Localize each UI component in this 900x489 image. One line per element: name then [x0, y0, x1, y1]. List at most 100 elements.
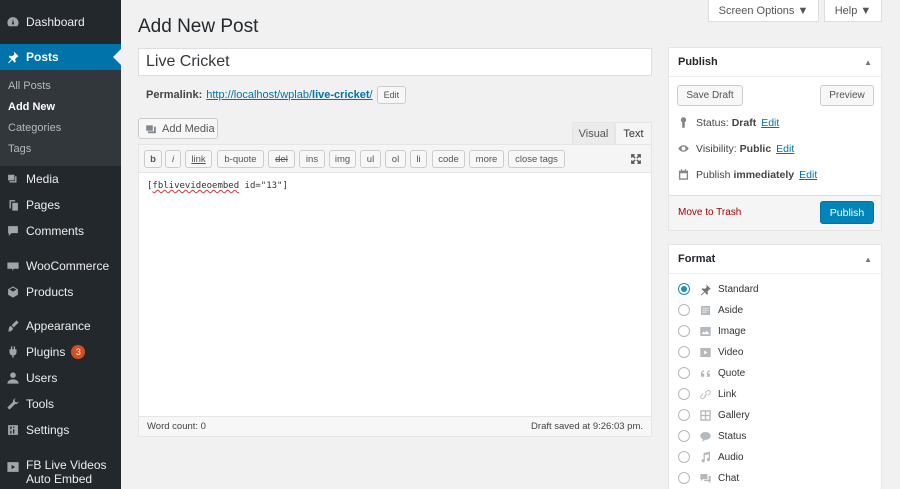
- format-option-link[interactable]: Link: [678, 386, 736, 402]
- visibility-edit-link[interactable]: Edit: [776, 143, 794, 155]
- radio-quote[interactable]: [678, 367, 690, 379]
- schedule-row: Publish immediately Edit: [677, 168, 817, 181]
- save-draft-button[interactable]: Save Draft: [677, 85, 743, 106]
- menu-woocommerce[interactable]: WooCommerce: [0, 253, 121, 279]
- qt-code-button[interactable]: code: [432, 150, 465, 168]
- radio-link[interactable]: [678, 388, 690, 400]
- publish-box-header[interactable]: Publish ▲: [669, 48, 881, 77]
- radio-status[interactable]: [678, 430, 690, 442]
- quote-icon: [698, 366, 712, 380]
- menu-comments[interactable]: Comments: [0, 218, 121, 244]
- menu-fb-live-videos[interactable]: FB Live Videos Auto Embed: [0, 452, 121, 488]
- dashboard-icon: [4, 13, 22, 31]
- word-count: Word count: 0: [147, 421, 206, 432]
- menu-posts-label: Posts: [26, 50, 59, 64]
- menu-appearance[interactable]: Appearance: [0, 313, 121, 339]
- plugins-update-badge: 3: [71, 345, 86, 359]
- screen-options-button[interactable]: Screen Options ▼: [708, 0, 819, 22]
- format-box-title: Format: [678, 253, 716, 265]
- menu-tools[interactable]: Tools: [0, 391, 121, 417]
- menu-settings[interactable]: Settings: [0, 417, 121, 443]
- format-option-video[interactable]: Video: [678, 344, 743, 360]
- radio-chat[interactable]: [678, 472, 690, 484]
- permalink-url[interactable]: http://localhost/wplab/live-cricket/: [206, 89, 372, 101]
- pages-icon: [4, 196, 22, 214]
- submenu-tags[interactable]: Tags: [8, 143, 31, 155]
- permalink-base: http://localhost/wplab/: [206, 89, 313, 101]
- qt-img-button[interactable]: img: [329, 150, 356, 168]
- format-option-quote[interactable]: Quote: [678, 365, 745, 381]
- radio-video[interactable]: [678, 346, 690, 358]
- settings-sliders-icon: [4, 421, 22, 439]
- qt-link-button[interactable]: link: [185, 150, 212, 168]
- menu-pages-label: Pages: [26, 198, 61, 212]
- qt-ins-button[interactable]: ins: [299, 150, 325, 168]
- radio-gallery[interactable]: [678, 409, 690, 421]
- submenu-categories[interactable]: Categories: [8, 122, 61, 134]
- eye-icon: [678, 145, 689, 152]
- menu-appearance-label: Appearance: [26, 319, 91, 333]
- format-option-standard[interactable]: Standard: [678, 281, 759, 297]
- post-title-input[interactable]: Live Cricket: [138, 48, 652, 76]
- format-label-audio: Audio: [718, 451, 744, 463]
- help-button[interactable]: Help ▼: [824, 0, 882, 22]
- permalink-slug: live-cricket: [312, 89, 370, 101]
- qt-more-button[interactable]: more: [469, 150, 504, 168]
- menu-plugins[interactable]: Plugins 3: [0, 339, 121, 365]
- collapse-arrow-icon[interactable]: ▲: [864, 58, 872, 67]
- format-option-audio[interactable]: Audio: [678, 449, 744, 465]
- qt-close-tags-button[interactable]: close tags: [508, 150, 565, 168]
- submenu-all-posts[interactable]: All Posts: [8, 80, 51, 92]
- radio-standard[interactable]: [678, 283, 690, 295]
- schedule-edit-link[interactable]: Edit: [799, 169, 817, 181]
- tab-text[interactable]: Text: [615, 122, 652, 144]
- qt-ol-button[interactable]: ol: [385, 150, 406, 168]
- preview-button[interactable]: Preview: [820, 85, 874, 106]
- format-option-gallery[interactable]: Gallery: [678, 407, 750, 423]
- fullscreen-icon[interactable]: [629, 152, 643, 166]
- content-shortcode-name: fblivevideoembed: [152, 181, 240, 191]
- format-option-chat[interactable]: Chat: [678, 470, 739, 486]
- format-option-aside[interactable]: Aside: [678, 302, 743, 318]
- format-option-status[interactable]: Status: [678, 428, 746, 444]
- radio-image[interactable]: [678, 325, 690, 337]
- radio-audio[interactable]: [678, 451, 690, 463]
- collapse-arrow-icon[interactable]: ▲: [864, 255, 872, 264]
- format-label-standard: Standard: [718, 283, 759, 295]
- status-edit-link[interactable]: Edit: [761, 117, 779, 129]
- submenu-add-new[interactable]: Add New: [8, 101, 55, 113]
- quicktags-toolbar: b i link b-quote del ins img ul ol li co…: [139, 145, 651, 173]
- publish-button[interactable]: Publish: [820, 201, 874, 224]
- move-to-trash-link[interactable]: Move to Trash: [678, 207, 741, 218]
- qt-bold-button[interactable]: b: [144, 150, 162, 168]
- qt-italic-button[interactable]: i: [165, 150, 181, 168]
- publish-actions: Move to Trash Publish: [669, 195, 881, 230]
- menu-users[interactable]: Users: [0, 365, 121, 391]
- pushpin-icon: [698, 282, 712, 296]
- schedule-label: Publish: [696, 168, 731, 181]
- radio-aside[interactable]: [678, 304, 690, 316]
- add-media-button[interactable]: Add Media: [138, 118, 218, 139]
- qt-bquote-button[interactable]: b-quote: [217, 150, 264, 168]
- visibility-row: Visibility: Public Edit: [677, 142, 794, 155]
- tab-visual[interactable]: Visual: [572, 122, 615, 144]
- menu-posts[interactable]: Posts: [0, 44, 121, 70]
- menu-dashboard-label: Dashboard: [26, 15, 85, 29]
- format-label-quote: Quote: [718, 367, 746, 379]
- menu-dashboard[interactable]: Dashboard: [0, 9, 121, 35]
- menu-fb-live-label-2: Auto Embed: [26, 472, 93, 486]
- format-box-header[interactable]: Format ▲: [669, 245, 881, 274]
- status-row: Status: Draft Edit: [677, 116, 779, 129]
- qt-del-button[interactable]: del: [268, 150, 295, 168]
- qt-ul-button[interactable]: ul: [360, 150, 381, 168]
- admin-sidebar: Dashboard Posts All Posts Add New Catego…: [0, 0, 121, 489]
- permalink-edit-button[interactable]: Edit: [376, 86, 407, 104]
- menu-products[interactable]: Products: [0, 279, 121, 305]
- permalink-row: Permalink: http://localhost/wplab/live-c…: [146, 86, 407, 104]
- post-content-textarea[interactable]: [fblivevideoembed id="13"]: [147, 181, 288, 191]
- qt-li-button[interactable]: li: [410, 150, 427, 168]
- menu-plugins-label: Plugins: [26, 345, 66, 359]
- menu-media[interactable]: Media: [0, 166, 121, 192]
- menu-pages[interactable]: Pages: [0, 192, 121, 218]
- format-option-image[interactable]: Image: [678, 323, 746, 339]
